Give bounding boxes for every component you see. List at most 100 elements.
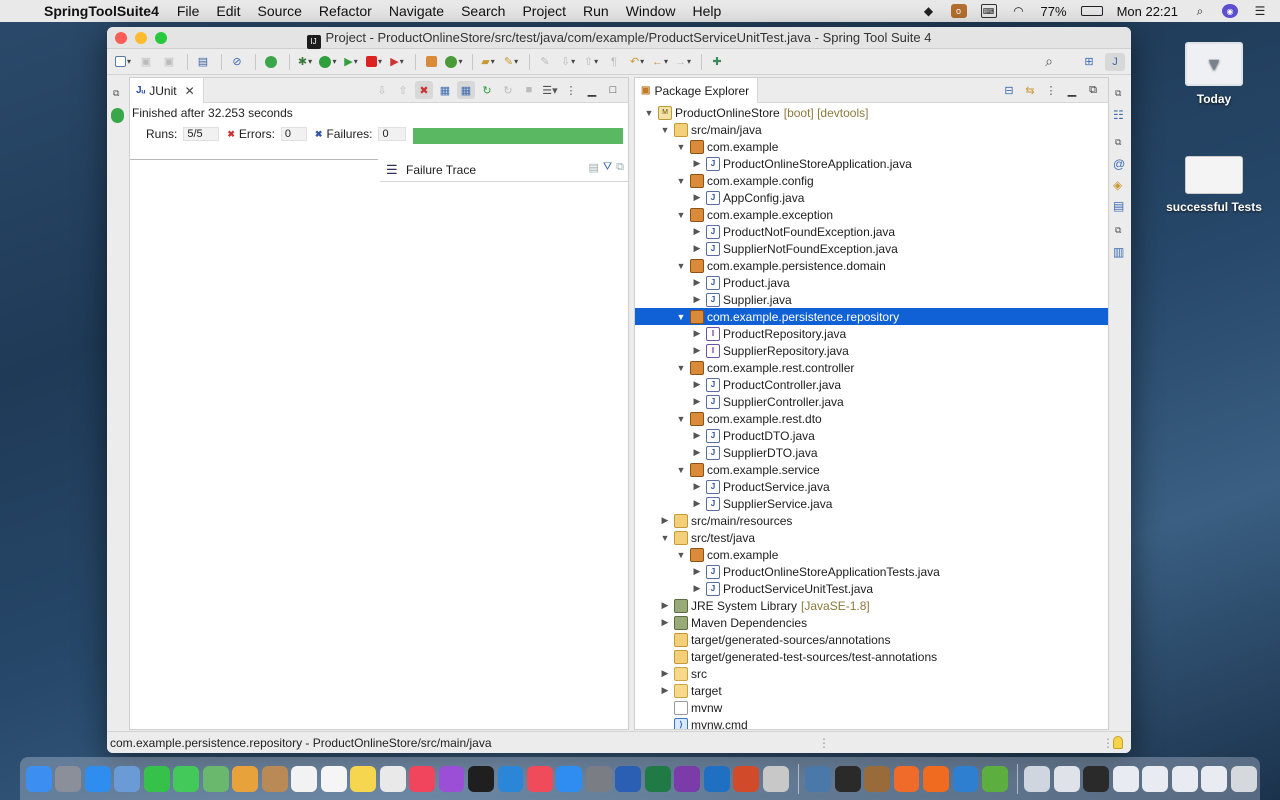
title-bar[interactable]: IJ Project - ProductOnlineStore/src/test/… — [107, 27, 1131, 49]
keyboard-status-icon[interactable]: ⌨ — [980, 4, 997, 18]
collapsed-arrow-icon[interactable]: ▶ — [659, 515, 671, 526]
reminders-icon[interactable] — [320, 765, 347, 792]
menu-edit[interactable]: Edit — [216, 3, 240, 19]
menu-search[interactable]: Search — [461, 3, 505, 19]
contacts-icon[interactable] — [261, 765, 288, 792]
window-thumb-1[interactable] — [1053, 765, 1080, 792]
collapsed-arrow-icon[interactable]: ▶ — [691, 243, 703, 254]
wireshark-icon[interactable] — [805, 765, 832, 792]
system-preferences-icon[interactable] — [585, 765, 612, 792]
expanded-arrow-icon[interactable]: ▼ — [675, 142, 687, 152]
view-menu-icon[interactable]: ⋮ — [1042, 81, 1060, 99]
spring-icon[interactable] — [982, 765, 1008, 792]
collapsed-arrow-icon[interactable]: ▶ — [691, 345, 703, 356]
menu-source[interactable]: Source — [258, 3, 302, 19]
collapsed-arrow-icon[interactable]: ▶ — [691, 447, 703, 458]
collapsed-arrow-icon[interactable]: ▶ — [691, 498, 703, 509]
outlook-icon[interactable] — [703, 765, 730, 792]
scroll-lock-icon[interactable]: ▦ — [436, 81, 454, 99]
run-icon[interactable] — [318, 53, 338, 71]
collapse-all-icon[interactable]: ⊟ — [1000, 81, 1018, 99]
open-perspective-icon[interactable]: ⊞ — [1079, 53, 1099, 71]
new-java-class-icon[interactable] — [444, 53, 464, 71]
collapsed-arrow-icon[interactable]: ▶ — [659, 600, 671, 611]
collapsed-arrow-icon[interactable]: ▶ — [691, 328, 703, 339]
tree-item[interactable]: ▶ J SupplierDTO.java — [635, 444, 1108, 461]
tree-item[interactable]: target/generated-sources/annotations — [635, 631, 1108, 648]
skip-breakpoints-icon[interactable]: ⊘ — [227, 53, 247, 71]
notification-center-icon[interactable]: ☰ — [1252, 4, 1268, 18]
expanded-arrow-icon[interactable]: ▼ — [659, 533, 671, 543]
expanded-arrow-icon[interactable]: ▼ — [675, 414, 687, 424]
toolbar-search-icon[interactable]: ⌕ — [1039, 53, 1059, 71]
tree-item[interactable]: ▶ J ProductDTO.java — [635, 427, 1108, 444]
save-all-icon[interactable]: ▣ — [159, 53, 179, 71]
excel-icon[interactable] — [644, 765, 671, 792]
trash-icon[interactable] — [1230, 765, 1257, 792]
desktop-item-successful-tests[interactable]: successful Tests — [1159, 156, 1269, 214]
copy-trace-icon[interactable]: ⧉ — [616, 161, 624, 174]
music-icon[interactable] — [409, 765, 435, 792]
tree-item[interactable]: ▶ J ProductServiceUnitTest.java — [635, 580, 1108, 597]
brave-icon[interactable] — [893, 765, 920, 792]
tree-item[interactable]: ▶ src/main/resources — [635, 512, 1108, 529]
collapsed-arrow-icon[interactable]: ▶ — [691, 158, 703, 169]
prev-annotation-icon[interactable]: ⇧ — [581, 53, 601, 71]
spotlight-search-icon[interactable]: ⌕ — [1192, 4, 1208, 18]
menu-window[interactable]: Window — [626, 3, 676, 19]
search-tool-icon[interactable]: ✎ — [501, 53, 521, 71]
status-arrow-icon[interactable]: ◆ — [921, 4, 937, 18]
wifi-icon[interactable]: ◠ — [1011, 4, 1027, 18]
open-type-icon[interactable]: ▰ — [478, 53, 498, 71]
show-failures-only-icon[interactable]: ✖ — [415, 81, 433, 99]
tree-item[interactable]: ▼ com.example — [635, 546, 1108, 563]
maximize-view-icon[interactable]: ⧉ — [1084, 81, 1102, 99]
terminal-icon[interactable] — [834, 765, 861, 792]
collapsed-arrow-icon[interactable]: ▶ — [691, 294, 703, 305]
new-java-package-icon[interactable] — [421, 53, 441, 71]
tree-item[interactable]: ▼ com.example.config — [635, 172, 1108, 189]
powerpoint-icon[interactable] — [733, 765, 760, 792]
minimize-view-icon[interactable]: ▁ — [1063, 81, 1081, 99]
expanded-arrow-icon[interactable]: ▼ — [675, 261, 687, 271]
owl-status-icon[interactable]: o — [950, 4, 967, 18]
tab-junit[interactable]: Jᵤ JUnit ✕ — [130, 78, 204, 103]
tree-item[interactable]: ▼ src/main/java — [635, 121, 1108, 138]
next-annotation-icon[interactable]: ⇩ — [558, 53, 578, 71]
toggle-mark-occurrences-icon[interactable]: ✎ — [535, 53, 555, 71]
pencil-icon[interactable] — [923, 765, 949, 792]
window-thumb-6[interactable] — [1201, 765, 1228, 792]
menu-file[interactable]: File — [177, 3, 200, 19]
tree-item[interactable]: ▼ com.example.persistence.domain — [635, 257, 1108, 274]
siri-icon[interactable]: ◉ — [1222, 4, 1238, 18]
back-icon[interactable]: ← — [650, 53, 670, 71]
open-console-icon[interactable]: ▤ — [193, 53, 213, 71]
window-thumb-4[interactable] — [1142, 765, 1169, 792]
collapsed-arrow-icon[interactable]: ▶ — [691, 481, 703, 492]
owl-icon[interactable] — [864, 765, 890, 792]
app-menu[interactable]: SpringToolSuite4 — [44, 3, 159, 19]
tree-item[interactable]: target/generated-test-sources/test-annot… — [635, 648, 1108, 665]
messages-icon[interactable] — [173, 765, 200, 792]
save-icon[interactable]: ▣ — [136, 53, 156, 71]
facetime-icon[interactable] — [143, 765, 170, 792]
tip-bulb-icon[interactable] — [1113, 736, 1123, 749]
collapsed-arrow-icon[interactable]: ▶ — [691, 430, 703, 441]
tv-icon[interactable] — [468, 765, 494, 792]
preview-icon[interactable] — [114, 765, 141, 792]
new-icon[interactable] — [113, 53, 133, 71]
restore-icon[interactable]: ⧉ — [1115, 225, 1121, 236]
window-thumb-2[interactable] — [1083, 765, 1110, 792]
collapsed-arrow-icon[interactable]: ▶ — [691, 192, 703, 203]
collapsed-arrow-icon[interactable]: ▶ — [691, 396, 703, 407]
forward-icon[interactable]: → — [673, 53, 693, 71]
word-icon[interactable] — [615, 765, 642, 792]
external-tools-icon[interactable]: ▶ — [387, 53, 407, 71]
finder-icon[interactable] — [26, 765, 52, 792]
onenote-icon[interactable] — [674, 765, 701, 792]
tree-item[interactable]: ▼ com.example.service — [635, 461, 1108, 478]
debug-icon[interactable]: ✱ — [295, 53, 315, 71]
javadoc-icon[interactable]: ▤ — [1113, 199, 1124, 213]
task-list-icon[interactable]: ▥ — [1113, 245, 1124, 259]
expanded-arrow-icon[interactable]: ▼ — [643, 108, 655, 118]
